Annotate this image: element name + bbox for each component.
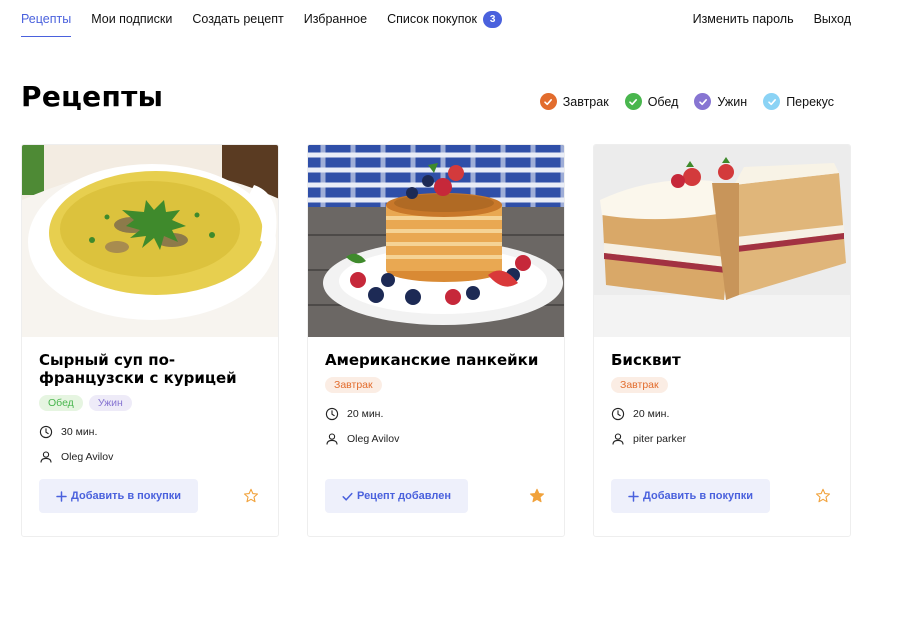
filter-breakfast-label: Завтрак <box>562 94 609 109</box>
recipe-time-value: 30 мин. <box>61 426 98 438</box>
recipe-card: Американские панкейки Завтрак 20 мин. Ol… <box>307 144 565 537</box>
filter-lunch-label: Обед <box>647 94 679 109</box>
filter-dinner-label: Ужин <box>717 94 748 109</box>
recipe-author-name[interactable]: Oleg Avilov <box>61 451 113 463</box>
recipe-title[interactable]: Американские панкейки <box>325 351 547 369</box>
plus-icon <box>56 490 67 502</box>
tag-dinner: Ужин <box>88 395 132 411</box>
add-to-shopping-button[interactable]: Добавить в покупки <box>611 479 771 513</box>
recipe-added-button[interactable]: Рецепт добавлен <box>325 479 468 513</box>
nav-recipes-label: Рецепты <box>21 12 72 26</box>
user-icon <box>326 433 338 445</box>
change-password-link[interactable]: Изменить пароль <box>693 12 794 26</box>
add-to-shopping-label: Добавить в покупки <box>71 490 182 502</box>
favorite-star-icon[interactable] <box>815 488 831 504</box>
recipe-time-value: 20 мин. <box>347 408 384 420</box>
plus-icon <box>628 490 639 502</box>
recipe-tags: Завтрак <box>325 377 547 393</box>
nav-create-recipe[interactable]: Создать рецепт <box>192 0 283 37</box>
filter-snack[interactable]: Перекус <box>763 93 834 110</box>
recipe-actions: Добавить в покупки <box>39 479 261 513</box>
favorite-star-icon[interactable] <box>243 488 259 504</box>
nav-shopping-list-label: Список покупок <box>387 12 477 26</box>
check-icon <box>624 93 642 110</box>
recipe-author-name[interactable]: Oleg Avilov <box>347 433 399 445</box>
recipe-author: piter parker <box>611 432 833 446</box>
nav-subscriptions-label: Мои подписки <box>91 12 173 26</box>
check-icon <box>539 93 557 110</box>
shopping-count-badge: 3 <box>482 11 503 28</box>
clock-icon <box>611 407 625 421</box>
add-to-shopping-label: Добавить в покупки <box>643 490 754 502</box>
nav-recipes[interactable]: Рецепты <box>21 0 72 37</box>
recipe-time-value: 20 мин. <box>633 408 670 420</box>
recipe-image-soup[interactable] <box>22 145 279 337</box>
nav-favorites-label: Избранное <box>303 12 368 26</box>
filter-lunch[interactable]: Обед <box>624 93 679 110</box>
main-menu: Рецепты Мои подписки Создать рецепт Избр… <box>21 0 522 37</box>
filter-dinner[interactable]: Ужин <box>694 93 747 110</box>
recipe-image-cake[interactable] <box>594 145 851 337</box>
filter-snack-label: Перекус <box>786 94 834 109</box>
recipe-card: Сырный суп по-французски с курицей Обед … <box>21 144 279 537</box>
nav-favorites[interactable]: Избранное <box>304 0 367 37</box>
user-icon <box>612 433 624 445</box>
add-to-shopping-button[interactable]: Добавить в покупки <box>39 479 199 513</box>
recipe-time: 20 мин. <box>611 407 833 421</box>
recipe-actions: Рецепт добавлен <box>325 479 547 513</box>
user-icon <box>40 451 52 463</box>
meal-filters: Завтрак Обед Ужин Перекус <box>524 93 834 110</box>
recipe-time: 30 мин. <box>39 425 261 439</box>
recipe-card: Бисквит Завтрак 20 мин. piter parker Доб… <box>593 144 851 537</box>
clock-icon <box>39 425 53 439</box>
recipe-author-name[interactable]: piter parker <box>633 433 686 445</box>
recipe-time: 20 мин. <box>325 407 547 421</box>
check-icon <box>342 492 353 501</box>
filter-breakfast[interactable]: Завтрак <box>539 93 609 110</box>
recipe-actions: Добавить в покупки <box>611 479 833 513</box>
recipe-tags: Завтрак <box>611 377 833 393</box>
recipe-image-pancakes[interactable] <box>308 145 565 337</box>
tag-lunch: Обед <box>39 395 83 411</box>
recipe-title[interactable]: Сырный суп по-французски с курицей <box>39 351 261 387</box>
nav-subscriptions[interactable]: Мои подписки <box>91 0 172 37</box>
recipe-author: Oleg Avilov <box>325 432 547 446</box>
recipe-title[interactable]: Бисквит <box>611 351 833 369</box>
check-icon <box>694 93 712 110</box>
favorite-star-filled-icon[interactable] <box>529 488 545 504</box>
logout-link[interactable]: Выход <box>814 12 851 26</box>
recipe-added-label: Рецепт добавлен <box>357 490 451 502</box>
check-icon <box>763 93 781 110</box>
page-title: Рецепты <box>21 80 164 113</box>
tag-breakfast: Завтрак <box>325 377 382 393</box>
account-menu: Изменить пароль Выход <box>673 12 851 26</box>
recipe-author: Oleg Avilov <box>39 450 261 464</box>
clock-icon <box>325 407 339 421</box>
nav-create-recipe-label: Создать рецепт <box>192 12 284 26</box>
top-nav: Рецепты Мои подписки Создать рецепт Избр… <box>0 0 907 40</box>
nav-shopping-list[interactable]: Список покупок 3 <box>387 0 503 37</box>
tag-breakfast: Завтрак <box>611 377 668 393</box>
recipe-tags: Обед Ужин <box>39 395 261 411</box>
